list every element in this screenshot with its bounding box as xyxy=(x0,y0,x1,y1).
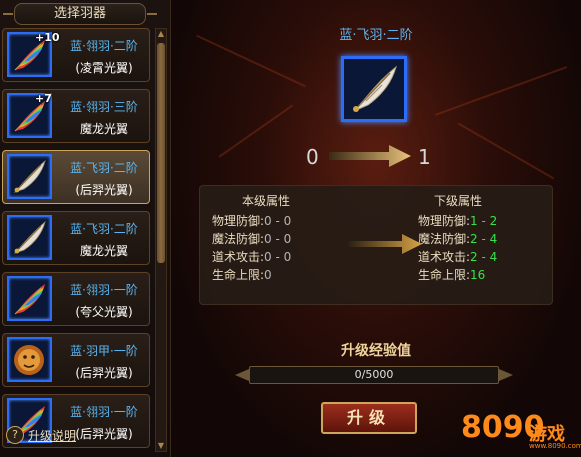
attr-key: 魔法防御: xyxy=(418,232,471,246)
attr-key: 道术攻击: xyxy=(212,250,265,264)
list-item[interactable]: 蓝·飞羽·二阶 魔龙光翼 xyxy=(2,211,150,265)
item-icon-frame: +10 xyxy=(7,31,60,77)
list-item[interactable]: +10 蓝·翎羽·二阶 (凌霄光翼) xyxy=(2,28,150,82)
attribute-box: 本级属性 下级属性 物理防御:0 - 0 魔法防御:0 - 0 道术攻击:0 - 0… xyxy=(199,185,553,305)
attr-key: 道术攻击: xyxy=(418,250,471,264)
item-subtitle: 魔龙光翼 xyxy=(79,122,128,136)
attr-row: 物理防御:0 - 0 xyxy=(212,212,291,229)
attr-value: 0 - 0 xyxy=(264,232,292,246)
enhance-level-badge: +7 xyxy=(35,92,52,105)
item-name: 蓝·翎羽·二阶 xyxy=(70,39,138,53)
attr-value: 2 - 4 xyxy=(470,250,498,264)
exp-bar-ornament-left xyxy=(235,369,249,381)
attr-row: 生命上限:0 xyxy=(212,266,272,283)
current-attrs-header: 本级属性 xyxy=(242,194,291,208)
ornament-right xyxy=(147,13,157,15)
list-item[interactable]: 蓝·羽甲·一阶 (后羿光翼) xyxy=(2,333,150,387)
ornament-left xyxy=(3,13,13,15)
item-icon-frame xyxy=(7,215,52,260)
attr-value: 0 - 0 xyxy=(264,250,292,264)
list-item[interactable]: 蓝·翎羽·一阶 (夸父光翼) xyxy=(2,272,150,326)
attr-row: 魔法防御:0 - 0 xyxy=(212,230,291,247)
list-item[interactable]: +7 蓝·翎羽·三阶 魔龙光翼 xyxy=(2,89,150,143)
enhance-level-badge: +10 xyxy=(35,31,60,44)
upgrade-panel: 蓝·飞羽·二阶 0 1 本级属性 下级属性 物理防御:0 - 0 魔法防御:0 -… xyxy=(171,0,581,457)
attr-key: 物理防御: xyxy=(212,214,265,228)
attr-row: 物理防御:1 - 2 xyxy=(418,212,497,229)
item-icon-frame xyxy=(7,276,52,321)
item-subtitle: 魔龙光翼 xyxy=(79,244,128,258)
rainbow-feather-icon xyxy=(14,284,45,315)
panel-title: 选择羽器 xyxy=(3,3,157,25)
item-name: 蓝·翎羽·三阶 xyxy=(70,100,138,114)
scroll-up-arrow-icon[interactable]: ▲ xyxy=(156,29,166,39)
attr-key: 物理防御: xyxy=(418,214,471,228)
item-subtitle: (夸父光翼) xyxy=(75,305,133,319)
lion-armor-icon xyxy=(14,345,44,375)
attribute-arrow-icon xyxy=(348,234,422,254)
attr-row: 道术攻击:2 - 4 xyxy=(418,248,497,265)
attr-row: 魔法防御:2 - 4 xyxy=(418,230,497,247)
silver-feather-icon xyxy=(353,65,397,112)
item-icon-frame xyxy=(7,154,52,199)
upgrade-button[interactable]: 升级 xyxy=(321,402,417,434)
item-subtitle: (凌霄光翼) xyxy=(75,61,133,75)
item-subtitle: (后羿光翼) xyxy=(75,366,133,380)
item-icon-frame: +7 xyxy=(7,92,52,138)
question-icon[interactable]: ? xyxy=(6,426,24,444)
item-subtitle: (后羿光翼) xyxy=(75,183,133,197)
next-attrs-header: 下级属性 xyxy=(434,194,483,208)
attr-key: 魔法防御: xyxy=(212,232,265,246)
list-item[interactable]: 蓝·飞羽·二阶 (后羿光翼) xyxy=(2,150,150,204)
item-name: 蓝·翎羽·一阶 xyxy=(70,283,138,297)
exp-progress-text: 0/5000 xyxy=(354,368,394,381)
level-arrow-icon xyxy=(329,145,411,167)
attr-value: 0 - 0 xyxy=(264,214,292,228)
scroll-thumb[interactable] xyxy=(157,43,165,263)
level-to: 1 xyxy=(418,145,431,169)
exp-title: 升级经验值 xyxy=(341,343,411,359)
watermark-url: www.8090.com xyxy=(529,442,581,450)
silver-feather-icon xyxy=(13,159,46,193)
panel-title-text: 选择羽器 xyxy=(53,6,106,21)
selected-item-title: 蓝·飞羽·二阶 xyxy=(339,28,413,43)
attr-key: 生命上限: xyxy=(418,268,471,282)
level-from: 0 xyxy=(306,145,319,169)
scroll-down-arrow-icon[interactable]: ▼ xyxy=(156,441,166,451)
attr-value: 16 xyxy=(470,268,486,282)
exp-bar-ornament-right xyxy=(499,369,513,381)
item-icon-frame xyxy=(7,337,52,382)
site-watermark: 8090 游戏 www.8090.com xyxy=(461,406,581,450)
attr-row: 道术攻击:0 - 0 xyxy=(212,248,291,265)
list-scrollbar[interactable]: ▲ ▼ xyxy=(155,28,167,452)
attr-key: 生命上限: xyxy=(212,268,265,282)
help-text[interactable]: 升级说明 xyxy=(28,427,76,444)
item-name: 蓝·飞羽·二阶 xyxy=(70,161,138,175)
attr-value: 1 - 2 xyxy=(470,214,498,228)
silver-feather-icon xyxy=(13,220,46,254)
item-name: 蓝·羽甲·一阶 xyxy=(70,344,138,358)
attr-row: 生命上限:16 xyxy=(418,266,485,283)
exp-progress-bar: 0/5000 xyxy=(249,366,499,384)
selected-item-icon-frame xyxy=(341,56,407,122)
item-name: 蓝·飞羽·二阶 xyxy=(70,222,138,236)
attr-value: 2 - 4 xyxy=(470,232,498,246)
attr-value: 0 xyxy=(264,268,272,282)
item-name: 蓝·翎羽·一阶 xyxy=(70,405,138,419)
item-list-panel: 选择羽器 +10 蓝·翎羽·二阶 (凌霄光翼) +7 蓝·翎羽·三阶 魔龙光翼 蓝·飞羽·二… xyxy=(0,0,171,457)
